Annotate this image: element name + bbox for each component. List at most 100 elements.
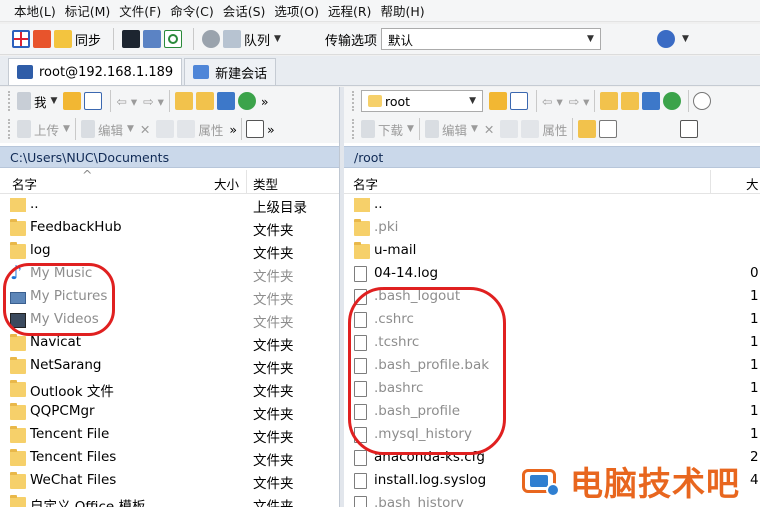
folder-icon xyxy=(10,495,26,507)
file-list-row[interactable]: Outlook 文件 文件夹 xyxy=(0,378,339,401)
back-arrow-icon[interactable]: ⇦ ▾ xyxy=(116,94,137,109)
file-name: Tencent Files xyxy=(30,449,117,465)
menu-session[interactable]: 会话(S) xyxy=(223,1,266,20)
open-folder-icon[interactable] xyxy=(63,92,82,110)
toolbar-divider xyxy=(594,90,596,112)
file-list-row[interactable]: FeedbackHub 文件夹 xyxy=(0,217,339,240)
menu-command[interactable]: 命令(C) xyxy=(170,1,213,20)
file-list-row[interactable]: .. 上级目录 xyxy=(0,194,339,217)
parent-folder-icon[interactable] xyxy=(174,92,193,110)
parent-folder-icon[interactable] xyxy=(600,92,619,110)
tab-label: 新建会话 xyxy=(215,66,268,82)
refresh-icon[interactable] xyxy=(663,92,682,110)
sync-button[interactable]: 同步 xyxy=(54,27,101,51)
local-panel-icon[interactable] xyxy=(12,30,30,48)
root-folder-icon[interactable] xyxy=(621,92,640,110)
file-list-row[interactable]: QQPCMgr 文件夹 xyxy=(0,401,339,424)
more-chevron-icon[interactable]: » xyxy=(229,122,237,137)
file-list-row[interactable]: u-mail xyxy=(344,240,760,263)
file-name: Navicat xyxy=(30,334,82,350)
open-folder-icon[interactable] xyxy=(489,92,507,110)
forward-arrow-icon[interactable]: ⇨ ▾ xyxy=(143,94,164,109)
folder-icon xyxy=(10,357,26,374)
file-list-row[interactable]: Tencent File 文件夹 xyxy=(0,424,339,447)
rename-icon[interactable] xyxy=(500,120,519,138)
edit-button[interactable]: 编辑 xyxy=(442,120,467,139)
menu-mark[interactable]: 标记(M) xyxy=(65,1,111,20)
file-size: 1 xyxy=(750,426,759,442)
file-name: log xyxy=(30,242,51,258)
properties-icon xyxy=(521,120,540,138)
monitor-icon xyxy=(17,65,33,79)
file-list-row[interactable]: Tencent Files 文件夹 xyxy=(0,447,339,470)
file-name: Outlook 文件 xyxy=(30,384,114,400)
menu-remote[interactable]: 远程(R) xyxy=(328,1,371,20)
root-folder-icon[interactable] xyxy=(195,92,214,110)
session-tabs: root@192.168.1.189 新建会话 xyxy=(0,56,760,86)
edit-button[interactable]: 编辑 xyxy=(98,120,123,139)
column-header-name[interactable]: 名字 xyxy=(353,174,378,193)
file-name: 04-14.log xyxy=(374,265,439,281)
find-files-icon[interactable] xyxy=(693,92,712,110)
tab-session-root[interactable]: root@192.168.1.189 xyxy=(8,58,183,85)
toolbar-divider xyxy=(572,118,574,140)
rename-icon[interactable] xyxy=(156,120,175,138)
new-folder-icon[interactable] xyxy=(578,120,597,138)
file-icon xyxy=(354,496,367,507)
filter-icon[interactable] xyxy=(84,92,103,110)
local-location-select[interactable]: 我 xyxy=(34,92,47,111)
more-chevron-icon[interactable]: » xyxy=(267,122,275,137)
properties-button[interactable]: 属性 xyxy=(198,120,223,139)
delete-icon[interactable]: ✕ xyxy=(140,122,150,137)
transfer-options-select[interactable]: 默认 ▼ xyxy=(380,28,601,50)
new-item-plus-icon[interactable] xyxy=(246,120,265,138)
highlight-circle-remote xyxy=(348,287,506,455)
sessions-globe-icon[interactable] xyxy=(656,30,675,48)
file-list-row[interactable]: NetSarang 文件夹 xyxy=(0,355,339,378)
home-icon[interactable] xyxy=(642,92,661,110)
download-button[interactable]: 下载 xyxy=(378,120,403,139)
refresh-session-icon[interactable] xyxy=(164,30,183,48)
new-file-icon[interactable] xyxy=(599,120,618,138)
menu-options[interactable]: 选项(O) xyxy=(274,1,319,20)
menu-file[interactable]: 文件(F) xyxy=(119,1,161,20)
tab-new-session[interactable]: 新建会话 xyxy=(184,58,277,85)
putty-icon[interactable] xyxy=(143,30,162,48)
remote-path-bar: /root xyxy=(344,146,760,168)
file-list-row[interactable]: WeChat Files 文件夹 xyxy=(0,470,339,493)
file-list-row[interactable]: log 文件夹 xyxy=(0,240,339,263)
forward-arrow-icon[interactable]: ⇨ ▾ xyxy=(569,94,590,109)
toolbar-divider xyxy=(241,118,243,140)
menu-help[interactable]: 帮助(H) xyxy=(380,1,424,20)
new-item-plus-icon[interactable] xyxy=(680,120,699,138)
file-list-row[interactable]: 自定义 Office 模板 文件夹 xyxy=(0,493,339,507)
file-list-row[interactable]: .. xyxy=(344,194,760,217)
upload-button[interactable]: 上传 xyxy=(34,120,59,139)
file-list-row[interactable]: .pki xyxy=(344,217,760,240)
chevron-down-icon[interactable]: ▼ xyxy=(682,34,689,44)
chevron-down-icon[interactable]: ▼ xyxy=(51,96,58,106)
column-header-size[interactable]: 大 xyxy=(746,174,759,193)
back-arrow-icon[interactable]: ⇦ ▾ xyxy=(542,94,563,109)
file-name: QQPCMgr xyxy=(30,403,95,419)
delete-icon[interactable]: ✕ xyxy=(484,122,494,137)
remote-location-select[interactable]: root ▼ xyxy=(361,90,483,112)
file-list-row[interactable]: 04-14.log 0 xyxy=(344,263,760,286)
menu-local[interactable]: 本地(L) xyxy=(14,1,56,20)
home-icon[interactable] xyxy=(216,92,235,110)
column-header-name[interactable]: 名字 xyxy=(12,174,37,193)
more-chevron-icon[interactable]: » xyxy=(261,94,269,109)
console-icon[interactable] xyxy=(122,30,141,48)
refresh-icon[interactable] xyxy=(237,92,256,110)
column-header-size[interactable]: 大小 xyxy=(214,174,239,193)
file-size: 1 xyxy=(750,288,759,304)
file-name: Tencent File xyxy=(30,426,110,442)
local-nav-toolbar: 我 ▼ ⇦ ▾ ⇨ ▾ » xyxy=(0,87,339,115)
filter-icon[interactable] xyxy=(510,92,528,110)
properties-button[interactable]: 属性 xyxy=(542,120,567,139)
folder-icon xyxy=(10,219,26,236)
preferences-gear-icon[interactable] xyxy=(202,30,221,48)
column-header-type[interactable]: 类型 xyxy=(253,174,278,193)
queue-button[interactable]: 队列 ▼ xyxy=(223,27,281,51)
compare-dirs-icon[interactable] xyxy=(33,30,51,48)
